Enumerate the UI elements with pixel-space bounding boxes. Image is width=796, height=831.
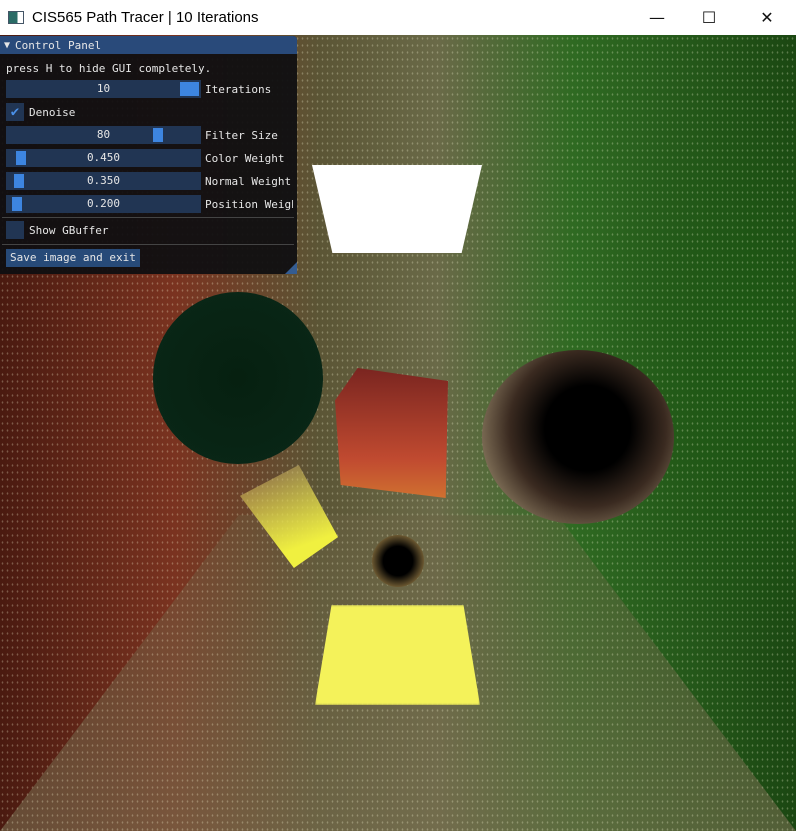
small-sphere (372, 535, 424, 587)
iterations-label: Iterations (205, 82, 272, 96)
ceiling-light (312, 165, 482, 253)
iterations-slider[interactable]: 10 (6, 80, 201, 98)
dark-sphere (153, 292, 323, 464)
window-title: CIS565 Path Tracer | 10 Iterations (32, 9, 259, 26)
normal-weight-value: 0.350 (86, 174, 121, 187)
show-gbuffer-checkbox[interactable] (6, 221, 24, 239)
normal-weight-label: Normal Weight (205, 174, 292, 188)
red-cube (335, 368, 448, 498)
resize-grip[interactable] (285, 262, 297, 274)
floor-light (315, 605, 480, 705)
collapse-triangle-icon[interactable]: ▼ (4, 40, 10, 51)
title-bar: CIS565 Path Tracer | 10 Iterations — ☐ ✕ (0, 0, 796, 35)
panel-header[interactable]: ▼ Control Panel (0, 36, 297, 54)
denoise-checkbox[interactable]: ✔ (6, 103, 24, 121)
hint-text: press H to hide GUI completely. (6, 62, 212, 75)
show-gbuffer-label: Show GBuffer (29, 223, 109, 237)
color-weight-slider[interactable]: 0.450 (6, 149, 201, 167)
app-icon (8, 11, 24, 24)
close-button[interactable]: ✕ (744, 0, 790, 35)
filter-size-label: Filter Size (205, 128, 278, 142)
minimize-button[interactable]: — (634, 0, 680, 35)
slider-grab[interactable] (12, 197, 22, 211)
save-image-button[interactable]: Save image and exit (6, 249, 140, 267)
panel-title: Control Panel (15, 38, 102, 52)
control-panel: ▼ Control Panel press H to hide GUI comp… (0, 36, 297, 274)
slider-grab[interactable] (153, 128, 163, 142)
mirror-sphere (482, 350, 674, 524)
separator (2, 217, 294, 218)
filter-size-value: 80 (96, 128, 111, 141)
maximize-button[interactable]: ☐ (686, 0, 732, 35)
denoise-label: Denoise (29, 105, 76, 119)
checkmark-icon: ✔ (10, 104, 20, 120)
filter-size-slider[interactable]: 80 (6, 126, 201, 144)
color-weight-label: Color Weight (205, 151, 285, 165)
iterations-value: 10 (96, 82, 111, 95)
slider-grab[interactable] (14, 174, 24, 188)
position-weight-slider[interactable]: 0.200 (6, 195, 201, 213)
position-weight-value: 0.200 (86, 197, 121, 210)
separator (2, 244, 294, 245)
normal-weight-slider[interactable]: 0.350 (6, 172, 201, 190)
color-weight-value: 0.450 (86, 151, 121, 164)
slider-grab[interactable] (180, 82, 199, 96)
position-weight-label: Position Weight (205, 197, 293, 211)
slider-grab[interactable] (16, 151, 26, 165)
